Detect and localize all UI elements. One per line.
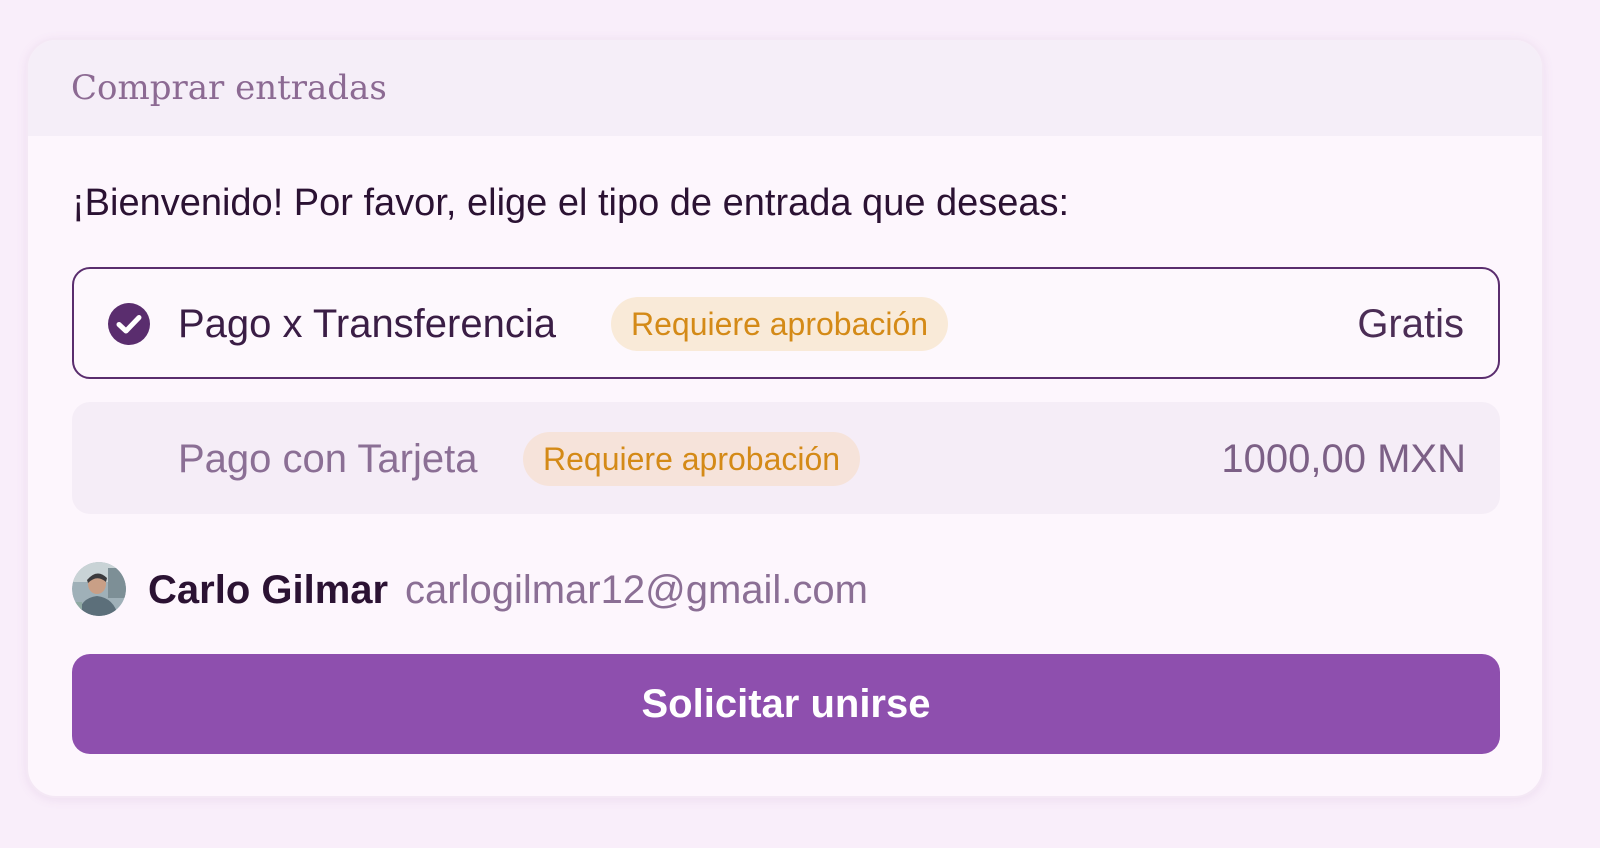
ticket-option-card[interactable]: Pago con Tarjeta Requiere aprobación 100… — [72, 402, 1500, 514]
ticket-option-transfer[interactable]: Pago x Transferencia Requiere aprobación… — [72, 267, 1500, 379]
buy-tickets-card: Comprar entradas ¡Bienvenido! Por favor,… — [26, 38, 1544, 798]
welcome-message: ¡Bienvenido! Por favor, elige el tipo de… — [72, 182, 1070, 224]
user-email: carlogilmar12@gmail.com — [405, 568, 868, 612]
user-info: Carlo Gilmar carlogilmar12@gmail.com — [72, 562, 1072, 618]
ticket-name: Pago con Tarjeta — [178, 437, 478, 481]
ticket-price: Gratis — [1357, 302, 1464, 346]
card-title: Comprar entradas — [71, 68, 387, 108]
approval-badge: Requiere aprobación — [611, 297, 949, 351]
avatar — [72, 562, 126, 616]
request-join-button[interactable]: Solicitar unirse — [72, 654, 1500, 754]
ticket-price: 1000,00 MXN — [1221, 437, 1466, 481]
card-header: Comprar entradas — [28, 40, 1542, 136]
user-name: Carlo Gilmar — [148, 568, 389, 612]
ticket-name: Pago x Transferencia — [178, 302, 556, 346]
check-circle-icon — [108, 303, 150, 345]
approval-badge: Requiere aprobación — [523, 432, 861, 486]
